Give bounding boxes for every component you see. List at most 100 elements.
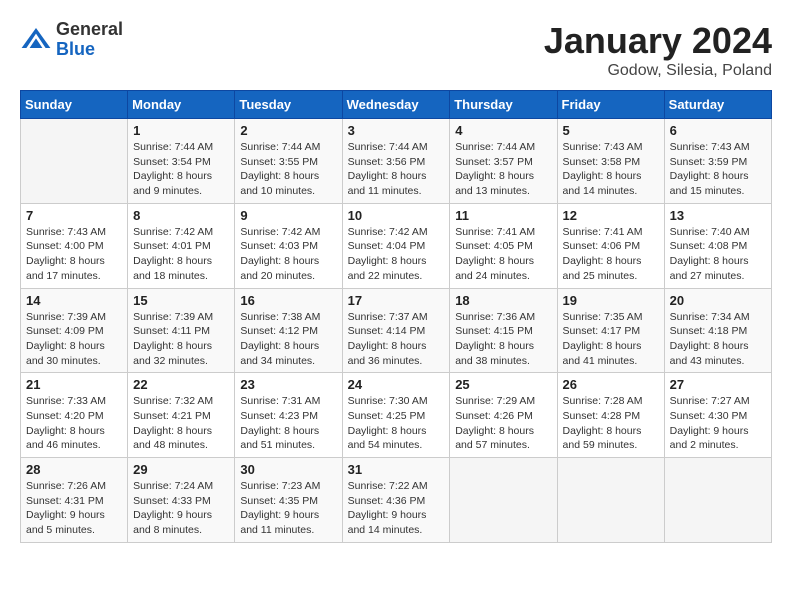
day-info: Sunrise: 7:43 AM Sunset: 3:58 PM Dayligh… <box>563 140 659 199</box>
calendar-cell: 16Sunrise: 7:38 AM Sunset: 4:12 PM Dayli… <box>235 288 342 373</box>
week-row-2: 7 Sunrise: 7:43 AM Sunset: 4:00 PM Daylig… <box>21 203 772 288</box>
day-number: 23 <box>240 377 336 392</box>
day-number: 18 <box>455 293 551 308</box>
calendar-cell: 27Sunrise: 7:27 AM Sunset: 4:30 PM Dayli… <box>664 373 771 458</box>
weekday-header-monday: Monday <box>128 91 235 119</box>
day-number: 21 <box>26 377 122 392</box>
day-number: 7 <box>26 208 122 223</box>
weekday-header-sunday: Sunday <box>21 91 128 119</box>
day-number: 28 <box>26 462 122 477</box>
calendar-cell: 13 Sunrise: 7:40 AM Sunset: 4:08 PM Dayli… <box>664 203 771 288</box>
day-info: Sunrise: 7:23 AM Sunset: 4:35 PM Dayligh… <box>240 479 336 538</box>
logo-general: General <box>56 20 123 40</box>
day-info: Sunrise: 7:31 AM Sunset: 4:23 PM Dayligh… <box>240 394 336 453</box>
day-number: 22 <box>133 377 229 392</box>
calendar-header: SundayMondayTuesdayWednesdayThursdayFrid… <box>21 91 772 119</box>
logo-icon <box>20 24 52 56</box>
calendar-cell: 21 Sunrise: 7:33 AM Sunset: 4:20 PM Dayli… <box>21 373 128 458</box>
day-number: 4 <box>455 123 551 138</box>
day-info: Sunrise: 7:35 AM Sunset: 4:17 PM Dayligh… <box>563 310 659 369</box>
day-number: 8 <box>133 208 229 223</box>
day-info: Sunrise: 7:26 AM Sunset: 4:31 PM Dayligh… <box>26 479 122 538</box>
day-info: Sunrise: 7:44 AM Sunset: 3:55 PM Dayligh… <box>240 140 336 199</box>
day-info: Sunrise: 7:24 AM Sunset: 4:33 PM Dayligh… <box>133 479 229 538</box>
day-info: Sunrise: 7:30 AM Sunset: 4:25 PM Dayligh… <box>348 394 445 453</box>
day-number: 20 <box>670 293 766 308</box>
day-info: Sunrise: 7:44 AM Sunset: 3:57 PM Dayligh… <box>455 140 551 199</box>
day-number: 31 <box>348 462 445 477</box>
day-number: 19 <box>563 293 659 308</box>
day-info: Sunrise: 7:44 AM Sunset: 3:56 PM Dayligh… <box>348 140 445 199</box>
day-info: Sunrise: 7:41 AM Sunset: 4:05 PM Dayligh… <box>455 225 551 284</box>
calendar-cell: 26Sunrise: 7:28 AM Sunset: 4:28 PM Dayli… <box>557 373 664 458</box>
logo: General Blue <box>20 20 123 60</box>
title-block: January 2024 Godow, Silesia, Poland <box>544 20 772 80</box>
day-info: Sunrise: 7:39 AM Sunset: 4:11 PM Dayligh… <box>133 310 229 369</box>
calendar-cell: 30 Sunrise: 7:23 AM Sunset: 4:35 PM Dayli… <box>235 458 342 543</box>
calendar-cell: 22 Sunrise: 7:32 AM Sunset: 4:21 PM Dayli… <box>128 373 235 458</box>
page-header: General Blue January 2024 Godow, Silesia… <box>20 20 772 80</box>
calendar-cell: 4 Sunrise: 7:44 AM Sunset: 3:57 PM Daylig… <box>450 119 557 204</box>
calendar-cell: 8Sunrise: 7:42 AM Sunset: 4:01 PM Daylig… <box>128 203 235 288</box>
day-info: Sunrise: 7:34 AM Sunset: 4:18 PM Dayligh… <box>670 310 766 369</box>
calendar-cell: 12 Sunrise: 7:41 AM Sunset: 4:06 PM Dayli… <box>557 203 664 288</box>
calendar-cell: 9Sunrise: 7:42 AM Sunset: 4:03 PM Daylig… <box>235 203 342 288</box>
calendar-cell: 31Sunrise: 7:22 AM Sunset: 4:36 PM Dayli… <box>342 458 450 543</box>
logo-blue: Blue <box>56 40 123 60</box>
day-number: 15 <box>133 293 229 308</box>
weekday-header-thursday: Thursday <box>450 91 557 119</box>
calendar-cell: 10 Sunrise: 7:42 AM Sunset: 4:04 PM Dayli… <box>342 203 450 288</box>
calendar-table: SundayMondayTuesdayWednesdayThursdayFrid… <box>20 90 772 543</box>
calendar-cell: 29Sunrise: 7:24 AM Sunset: 4:33 PM Dayli… <box>128 458 235 543</box>
weekday-header-friday: Friday <box>557 91 664 119</box>
day-info: Sunrise: 7:40 AM Sunset: 4:08 PM Dayligh… <box>670 225 766 284</box>
weekday-header-row: SundayMondayTuesdayWednesdayThursdayFrid… <box>21 91 772 119</box>
calendar-cell: 28 Sunrise: 7:26 AM Sunset: 4:31 PM Dayli… <box>21 458 128 543</box>
weekday-header-tuesday: Tuesday <box>235 91 342 119</box>
day-info: Sunrise: 7:38 AM Sunset: 4:12 PM Dayligh… <box>240 310 336 369</box>
calendar-cell: 7 Sunrise: 7:43 AM Sunset: 4:00 PM Daylig… <box>21 203 128 288</box>
calendar-cell: 6Sunrise: 7:43 AM Sunset: 3:59 PM Daylig… <box>664 119 771 204</box>
calendar-cell <box>664 458 771 543</box>
day-number: 13 <box>670 208 766 223</box>
day-info: Sunrise: 7:33 AM Sunset: 4:20 PM Dayligh… <box>26 394 122 453</box>
logo-text: General Blue <box>56 20 123 60</box>
day-number: 11 <box>455 208 551 223</box>
calendar-cell: 17 Sunrise: 7:37 AM Sunset: 4:14 PM Dayli… <box>342 288 450 373</box>
calendar-cell: 5Sunrise: 7:43 AM Sunset: 3:58 PM Daylig… <box>557 119 664 204</box>
day-number: 25 <box>455 377 551 392</box>
day-info: Sunrise: 7:32 AM Sunset: 4:21 PM Dayligh… <box>133 394 229 453</box>
day-info: Sunrise: 7:41 AM Sunset: 4:06 PM Dayligh… <box>563 225 659 284</box>
location: Godow, Silesia, Poland <box>544 62 772 80</box>
calendar-cell: 18Sunrise: 7:36 AM Sunset: 4:15 PM Dayli… <box>450 288 557 373</box>
week-row-5: 28 Sunrise: 7:26 AM Sunset: 4:31 PM Dayli… <box>21 458 772 543</box>
day-info: Sunrise: 7:37 AM Sunset: 4:14 PM Dayligh… <box>348 310 445 369</box>
day-info: Sunrise: 7:39 AM Sunset: 4:09 PM Dayligh… <box>26 310 122 369</box>
calendar-cell: 14 Sunrise: 7:39 AM Sunset: 4:09 PM Dayli… <box>21 288 128 373</box>
day-info: Sunrise: 7:42 AM Sunset: 4:04 PM Dayligh… <box>348 225 445 284</box>
week-row-3: 14 Sunrise: 7:39 AM Sunset: 4:09 PM Dayli… <box>21 288 772 373</box>
day-number: 14 <box>26 293 122 308</box>
calendar-cell: 11 Sunrise: 7:41 AM Sunset: 4:05 PM Dayli… <box>450 203 557 288</box>
day-info: Sunrise: 7:43 AM Sunset: 4:00 PM Dayligh… <box>26 225 122 284</box>
calendar-cell: 25Sunrise: 7:29 AM Sunset: 4:26 PM Dayli… <box>450 373 557 458</box>
day-info: Sunrise: 7:28 AM Sunset: 4:28 PM Dayligh… <box>563 394 659 453</box>
calendar-cell: 19 Sunrise: 7:35 AM Sunset: 4:17 PM Dayli… <box>557 288 664 373</box>
day-number: 10 <box>348 208 445 223</box>
calendar-cell <box>21 119 128 204</box>
calendar-cell: 20 Sunrise: 7:34 AM Sunset: 4:18 PM Dayli… <box>664 288 771 373</box>
day-number: 1 <box>133 123 229 138</box>
day-number: 17 <box>348 293 445 308</box>
day-number: 30 <box>240 462 336 477</box>
calendar-cell: 24 Sunrise: 7:30 AM Sunset: 4:25 PM Dayli… <box>342 373 450 458</box>
calendar-cell: 3Sunrise: 7:44 AM Sunset: 3:56 PM Daylig… <box>342 119 450 204</box>
day-number: 6 <box>670 123 766 138</box>
weekday-header-wednesday: Wednesday <box>342 91 450 119</box>
day-number: 12 <box>563 208 659 223</box>
calendar-cell: 1Sunrise: 7:44 AM Sunset: 3:54 PM Daylig… <box>128 119 235 204</box>
day-number: 9 <box>240 208 336 223</box>
calendar-cell: 15 Sunrise: 7:39 AM Sunset: 4:11 PM Dayli… <box>128 288 235 373</box>
day-number: 24 <box>348 377 445 392</box>
day-info: Sunrise: 7:27 AM Sunset: 4:30 PM Dayligh… <box>670 394 766 453</box>
calendar-cell <box>450 458 557 543</box>
